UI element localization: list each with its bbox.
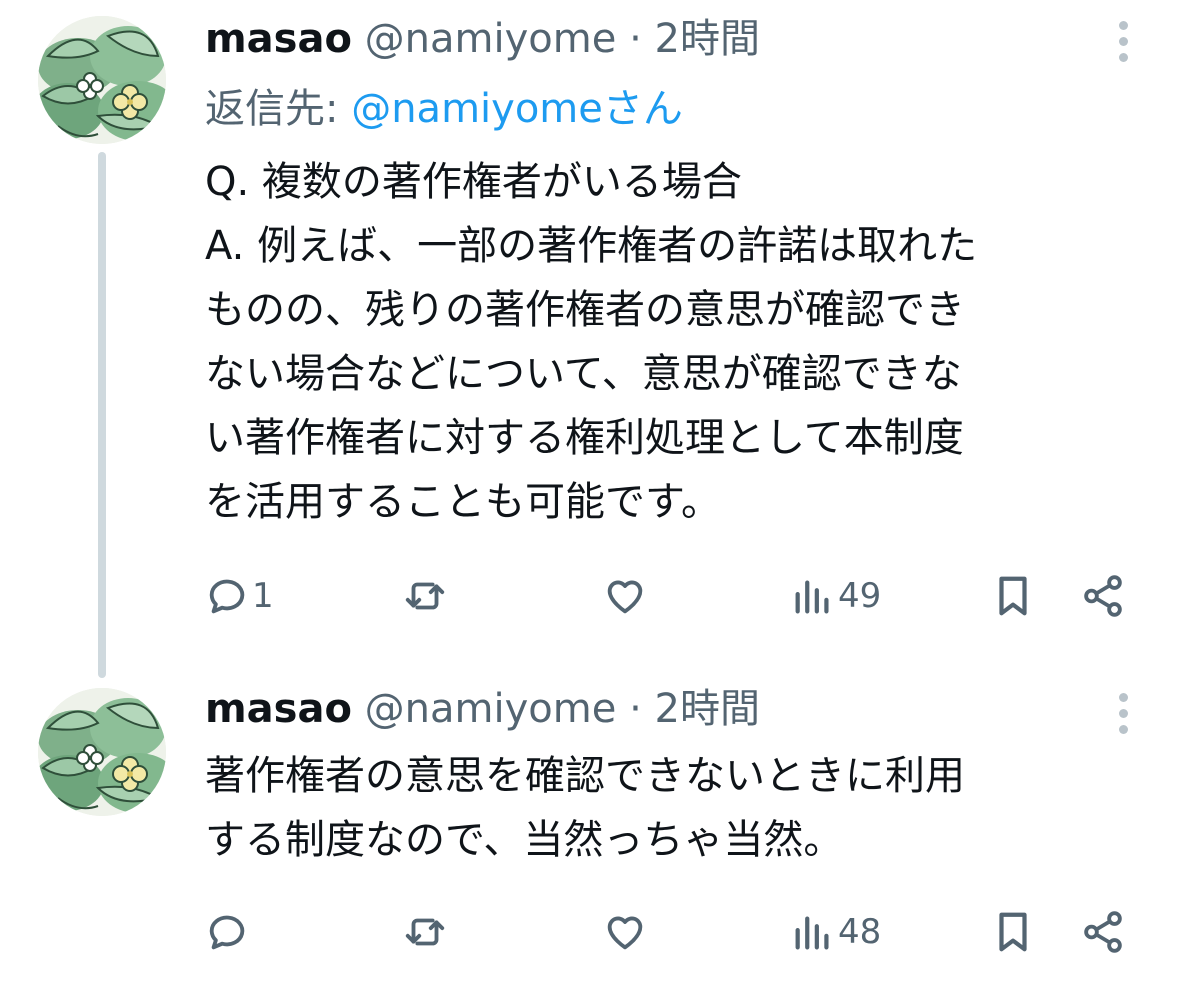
timestamp[interactable]: 2時間: [655, 16, 760, 62]
bookmark-icon: [999, 576, 1027, 616]
tweet-text-line: い著作権者に対する権利処理として本制度: [205, 415, 964, 461]
display-name[interactable]: masao: [205, 686, 352, 732]
separator-dot: ·: [629, 16, 642, 62]
separator-dot: ·: [629, 686, 642, 732]
tweet-text: 著作権者の意思を確認できないときに利用 する制度なので、当然っちゃ当然。: [205, 744, 1135, 872]
share-icon: [1084, 911, 1122, 953]
tweet-text-line: ものの、残りの著作権者の意思が確認でき: [205, 287, 965, 333]
like-button[interactable]: [602, 902, 648, 962]
tweet[interactable]: masao @namiyome · 2時間 返信先: @namiyomeさん Q…: [0, 0, 1188, 680]
reply-count: 1: [252, 576, 274, 616]
reply-button[interactable]: [204, 902, 250, 962]
display-name[interactable]: masao: [205, 16, 352, 62]
speech-bubble-icon: [209, 915, 245, 950]
bookmark-icon: [999, 912, 1027, 952]
replying-to: 返信先: @namiyomeさん: [205, 82, 683, 136]
tweet-text-line: を活用することも可能です。: [205, 479, 721, 525]
tweet-text: Q. 複数の著作権者がいる場合 A. 例えば、一部の著作権者の許諾は取れた もの…: [205, 150, 1135, 534]
avatar-leaves-image: [38, 16, 166, 144]
bar-chart-icon: [795, 580, 829, 614]
tweet-text-line: ない場合などについて、意思が確認できな: [205, 351, 962, 397]
replying-to-label: 返信先:: [205, 86, 339, 132]
tweet-header: masao @namiyome · 2時間: [205, 684, 760, 734]
share-button[interactable]: [1080, 902, 1126, 962]
avatar-leaves-image: [38, 688, 166, 816]
retweet-button[interactable]: [402, 566, 448, 626]
more-options-icon[interactable]: [1112, 18, 1136, 68]
avatar[interactable]: [38, 688, 166, 816]
timestamp[interactable]: 2時間: [655, 686, 760, 732]
bookmark-button[interactable]: [990, 566, 1036, 626]
reply-button[interactable]: 1: [204, 566, 274, 626]
tweet-text-line: 著作権者の意思を確認できないときに利用: [205, 753, 965, 799]
retweet-icon: [405, 582, 445, 610]
avatar[interactable]: [38, 16, 166, 144]
user-handle[interactable]: @namiyome: [365, 686, 617, 732]
bookmark-button[interactable]: [990, 902, 1036, 962]
retweet-button[interactable]: [402, 902, 448, 962]
tweet-header: masao @namiyome · 2時間: [205, 14, 760, 64]
views-count: 49: [838, 576, 882, 616]
tweet-actions-bar: 48: [0, 902, 1188, 962]
views-count: 48: [838, 912, 882, 952]
tweet-text-line: Q. 複数の著作権者がいる場合: [205, 159, 742, 205]
retweet-icon: [405, 918, 445, 946]
speech-bubble-icon: [209, 579, 245, 614]
heart-icon: [607, 580, 643, 614]
tweet-text-line: する制度なので、当然っちゃ当然。: [205, 817, 844, 863]
heart-icon: [607, 916, 643, 950]
tweet-text-line: A. 例えば、一部の著作権者の許諾は取れた: [205, 223, 978, 269]
share-button[interactable]: [1080, 566, 1126, 626]
tweet-actions-bar: 1 49: [0, 566, 1188, 626]
more-options-icon[interactable]: [1112, 690, 1136, 740]
user-handle[interactable]: @namiyome: [365, 16, 617, 62]
share-icon: [1084, 575, 1122, 617]
views-button[interactable]: 49: [790, 566, 881, 626]
views-button[interactable]: 48: [790, 902, 881, 962]
replying-to-mention-link[interactable]: @namiyomeさん: [351, 86, 683, 132]
tweet[interactable]: masao @namiyome · 2時間 著作権者の意思を確認できないときに利…: [0, 680, 1188, 989]
like-button[interactable]: [602, 566, 648, 626]
bar-chart-icon: [795, 916, 829, 950]
